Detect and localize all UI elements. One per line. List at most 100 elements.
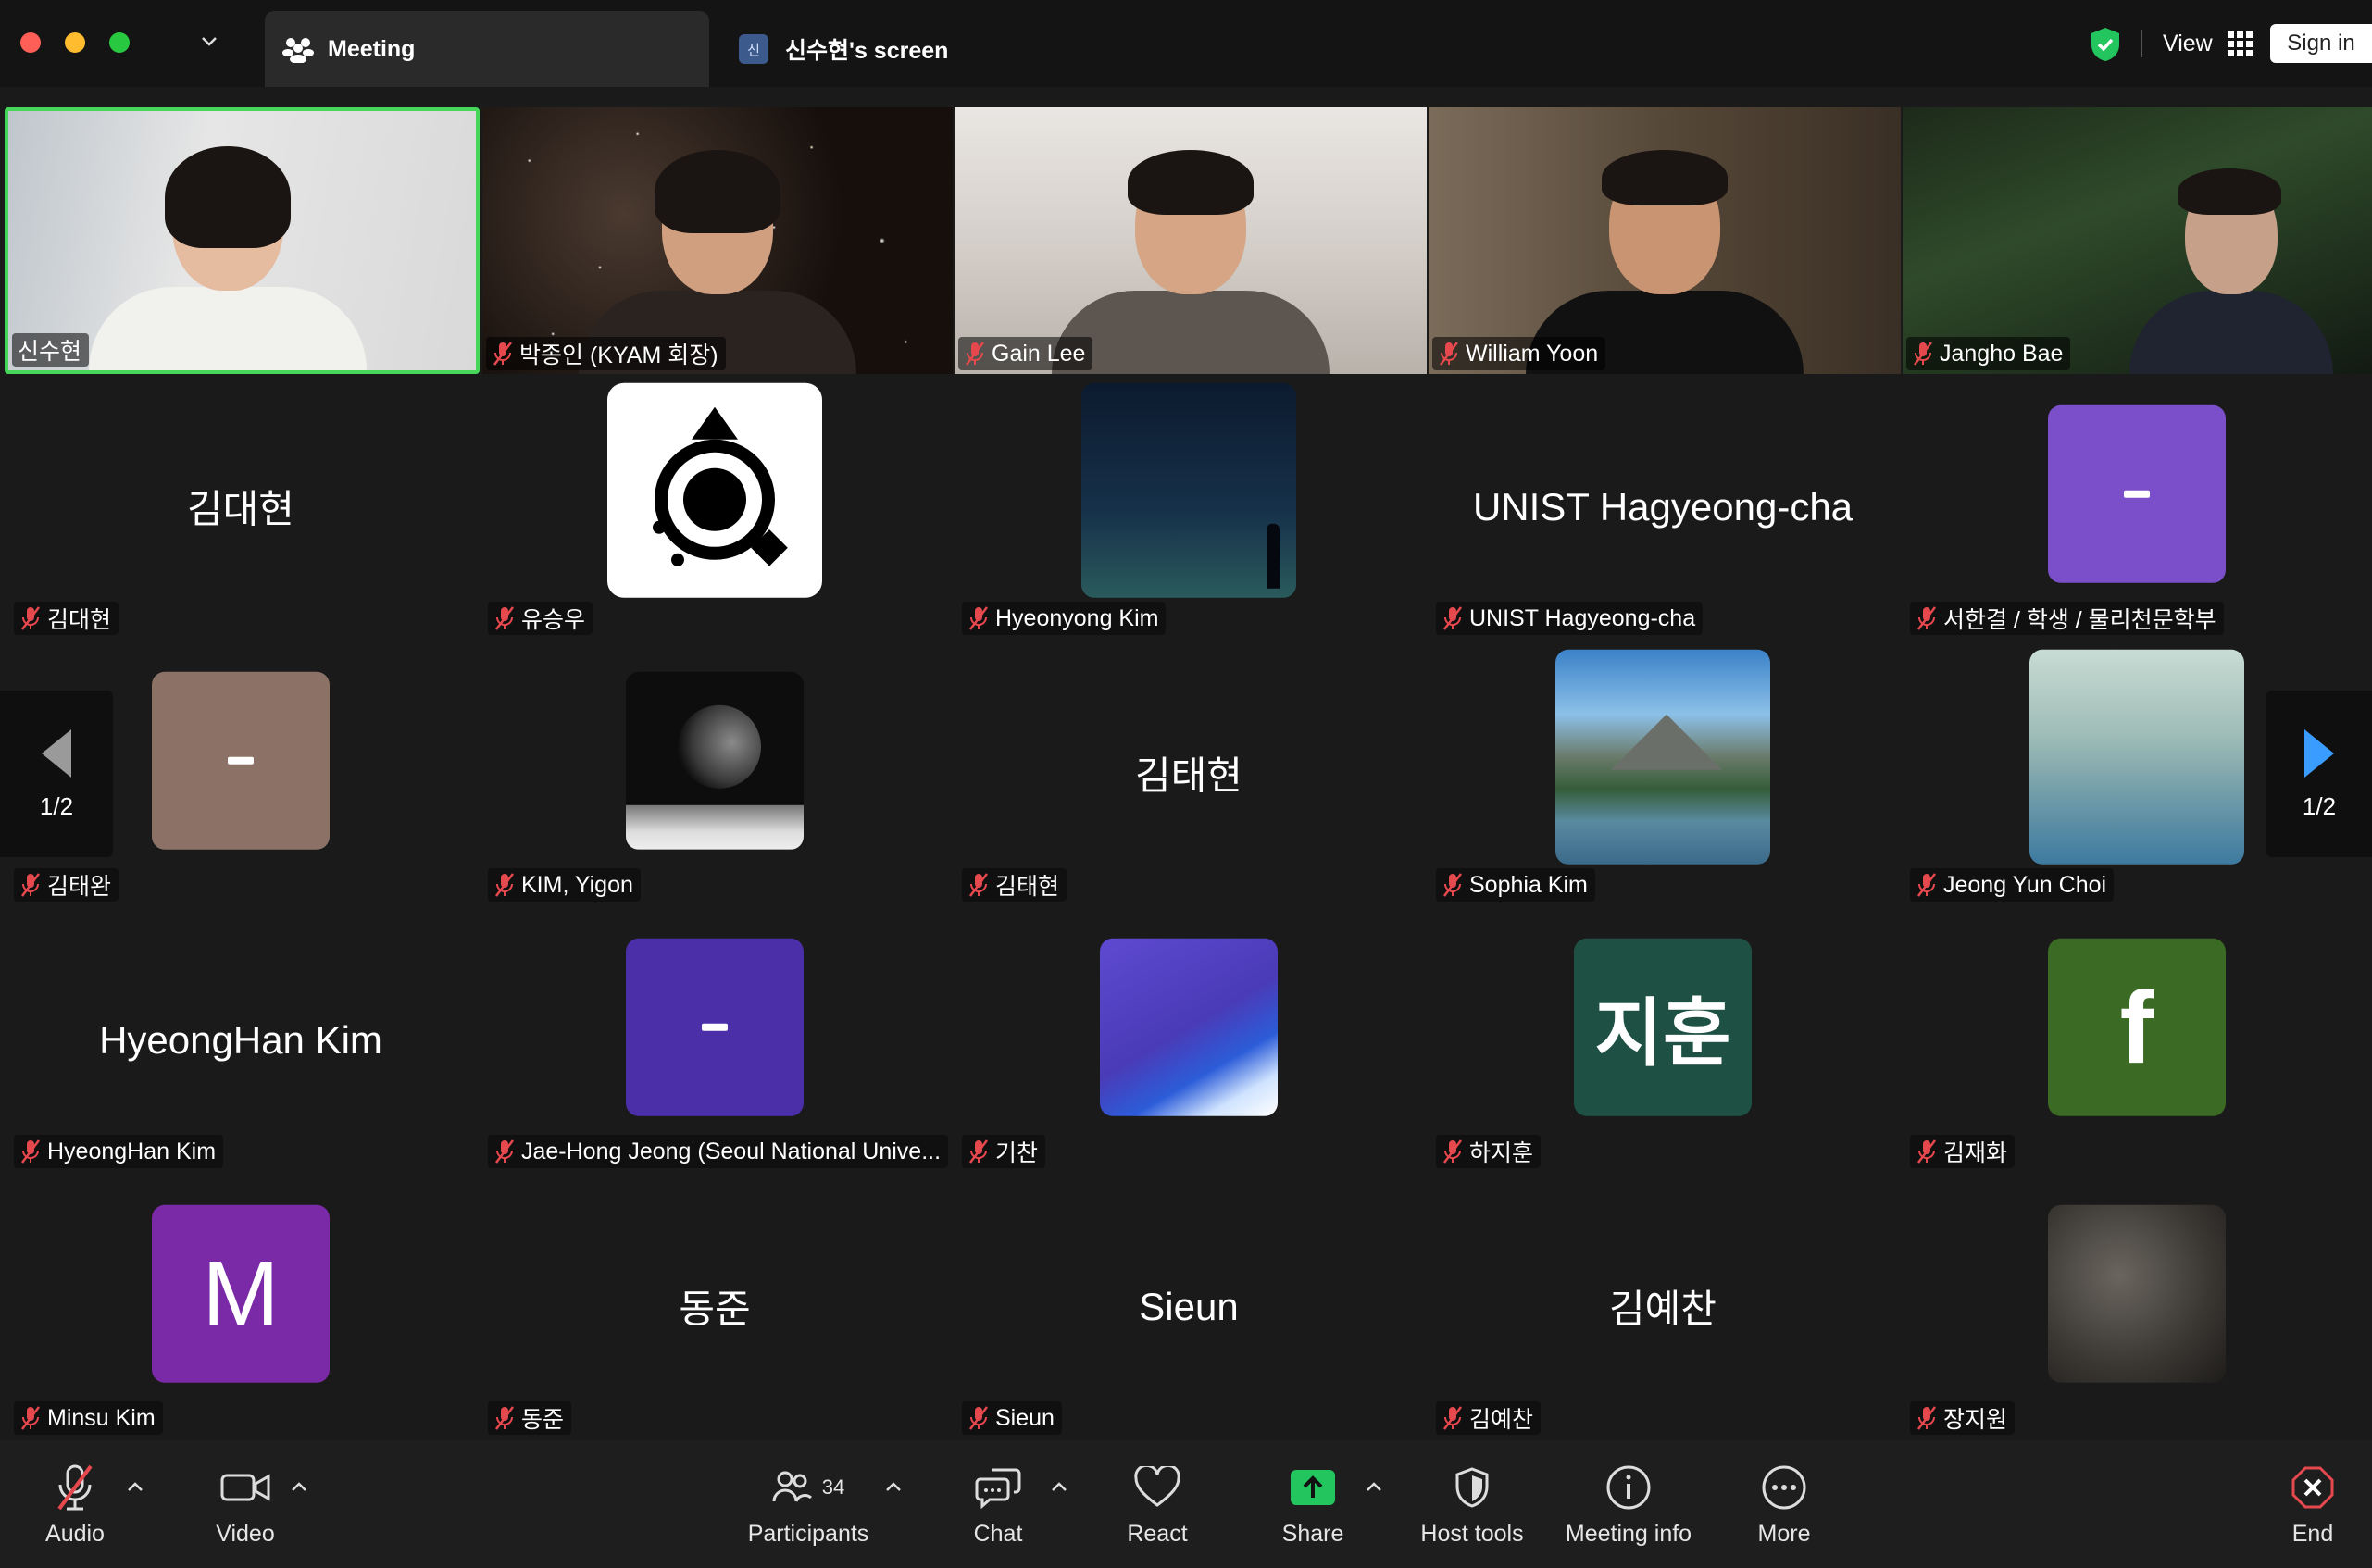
participant-name: 동준	[521, 1407, 565, 1433]
participant-name: Jeong Yun Choi	[1943, 871, 2107, 898]
video-nameplate: William Yoon	[1432, 337, 1606, 370]
participant-name: 하지훈	[1469, 1140, 1534, 1166]
video-camera-icon	[220, 1473, 270, 1501]
participant-name: 신수현	[18, 339, 82, 365]
chevron-down-icon[interactable]	[198, 30, 220, 52]
participant-name: Sophia Kim	[1469, 871, 1588, 898]
participant-tile[interactable]: 김대현 김대현	[5, 380, 477, 644]
participant-tile[interactable]: 김예찬 김예찬	[1427, 1179, 1899, 1444]
participant-name: Sieun	[995, 1404, 1055, 1431]
participant-tile[interactable]: 서한결 / 학생 / 물리천문학부	[1901, 380, 2372, 644]
mic-muted-icon	[495, 1139, 514, 1164]
art-illustration-avatar	[1100, 938, 1278, 1116]
participant-tile[interactable]: 김태현 김태현	[953, 646, 1425, 911]
tile-nameplate: 김대현	[14, 602, 119, 635]
participant-tile[interactable]: 동준 동준	[479, 1179, 951, 1444]
participant-name: Jae-Hong Jeong (Seoul National Unive...	[521, 1138, 942, 1164]
titlebar-divider	[2141, 30, 2142, 57]
participant-display-name: UNIST Hagyeong-cha	[1472, 485, 1854, 529]
end-meeting-button[interactable]: End	[2291, 1440, 2335, 1568]
participant-tile[interactable]: Jae-Hong Jeong (Seoul National Unive...	[479, 913, 951, 1177]
participant-tile[interactable]: 유승우	[479, 380, 951, 644]
mic-muted-icon	[21, 606, 40, 630]
view-button[interactable]: View	[2163, 26, 2253, 61]
participant-avatar: 지훈	[1574, 938, 1752, 1116]
tab-meeting-label: Meeting	[328, 35, 416, 62]
video-options-caret-icon[interactable]	[289, 1477, 309, 1498]
participants-options-caret-icon[interactable]	[883, 1477, 904, 1498]
share-screen-icon	[1291, 1469, 1335, 1505]
react-button[interactable]: React	[1118, 1440, 1196, 1568]
page-indicator: 1/2	[39, 791, 74, 820]
participant-tile[interactable]: KIM, Yigon	[479, 646, 951, 911]
participant-display-name: 김태현	[1135, 753, 1242, 798]
participant-name: HyeongHan Kim	[47, 1138, 217, 1164]
meeting-controls-toolbar: Audio Video 34 Participants Chat React S…	[0, 1440, 2372, 1568]
participants-button[interactable]: 34 Participants	[737, 1440, 880, 1568]
grid-view-icon	[2227, 31, 2253, 56]
participant-tile[interactable]: f 김재화	[1901, 913, 2372, 1177]
host-tools-button[interactable]: Host tools	[1415, 1440, 1529, 1568]
chat-button[interactable]: Chat	[963, 1440, 1033, 1568]
participant-tile[interactable]: Sophia Kim	[1427, 646, 1899, 911]
video-button[interactable]: Video	[204, 1440, 287, 1568]
tile-nameplate: 기찬	[962, 1135, 1046, 1168]
audio-options-caret-icon[interactable]	[125, 1477, 145, 1498]
participants-count: 34	[821, 1475, 845, 1499]
chat-bubble-icon	[975, 1468, 1021, 1509]
minimize-window-button[interactable]	[65, 32, 85, 53]
close-window-button[interactable]	[20, 32, 41, 53]
participant-avatar	[626, 938, 804, 1116]
avatar-initials: M	[202, 1241, 280, 1346]
tile-nameplate: 김태완	[14, 868, 119, 902]
mic-muted-icon	[1917, 873, 1936, 897]
tile-nameplate: Jae-Hong Jeong (Seoul National Unive...	[488, 1135, 949, 1168]
audio-button[interactable]: Audio	[35, 1440, 115, 1568]
participant-display-name: 김대현	[187, 487, 294, 531]
participant-tile[interactable]: 지훈 하지훈	[1427, 913, 1899, 1177]
participant-name: UNIST Hagyeong-cha	[1469, 604, 1696, 631]
tile-nameplate: 장지원	[1910, 1401, 2016, 1435]
tile-nameplate: 서한결 / 학생 / 물리천문학부	[1910, 602, 2224, 635]
participant-tile[interactable]: Hyeonyong Kim	[953, 380, 1425, 644]
participants-icon	[772, 1471, 812, 1502]
participant-tile[interactable]: 기찬	[953, 913, 1425, 1177]
tile-nameplate: Hyeonyong Kim	[962, 602, 1167, 635]
share-screen-button[interactable]: Share	[1276, 1440, 1350, 1568]
video-tile[interactable]: William Yoon	[1429, 107, 1901, 374]
participant-tile[interactable]: 장지원	[1901, 1179, 2372, 1444]
participant-tile[interactable]: UNIST Hagyeong-cha UNIST Hagyeong-cha	[1427, 380, 1899, 644]
tile-nameplate: Minsu Kim	[14, 1401, 163, 1435]
end-label: End	[2291, 1520, 2334, 1547]
zoom-window-button[interactable]	[109, 32, 130, 53]
participant-tile[interactable]: M Minsu Kim	[5, 1179, 477, 1444]
mic-muted-icon	[57, 1464, 93, 1510]
previous-page-button[interactable]: 1/2	[0, 691, 113, 857]
mic-muted-icon	[1917, 1406, 1936, 1430]
more-options-icon	[1762, 1465, 1806, 1509]
video-tile[interactable]: Gain Lee	[955, 107, 1427, 374]
avatar-initials: f	[2119, 970, 2154, 1085]
host-tools-label: Host tools	[1420, 1520, 1524, 1547]
participant-avatar	[2048, 404, 2226, 583]
video-tile[interactable]: 박종인 (KYAM 회장)	[482, 107, 953, 374]
next-page-button[interactable]: 1/2	[2266, 691, 2372, 857]
chat-options-caret-icon[interactable]	[1049, 1477, 1069, 1498]
sign-in-button[interactable]: Sign in	[2270, 24, 2372, 63]
participant-name: Gain Lee	[992, 340, 1086, 367]
mic-muted-icon	[493, 342, 512, 366]
participant-name: Hyeonyong Kim	[995, 604, 1159, 631]
video-tile[interactable]: Jangho Bae	[1903, 107, 2372, 374]
participant-tile[interactable]: Sieun Sieun	[953, 1179, 1425, 1444]
encryption-shield-icon[interactable]	[2089, 26, 2122, 63]
tab-meeting[interactable]: Meeting	[265, 11, 709, 87]
participant-name: 김태현	[995, 874, 1060, 900]
tab-shared-screen[interactable]: 신 신수현's screen	[722, 11, 1204, 87]
video-tile-active-speaker[interactable]: 신수현	[5, 107, 480, 374]
mic-muted-icon	[21, 873, 40, 897]
meeting-info-button[interactable]: Meeting info	[1563, 1440, 1694, 1568]
share-options-caret-icon[interactable]	[1364, 1477, 1384, 1498]
audio-label: Audio	[45, 1520, 105, 1547]
participant-tile[interactable]: HyeongHan Kim HyeongHan Kim	[5, 913, 477, 1177]
more-button[interactable]: More	[1755, 1440, 1813, 1568]
